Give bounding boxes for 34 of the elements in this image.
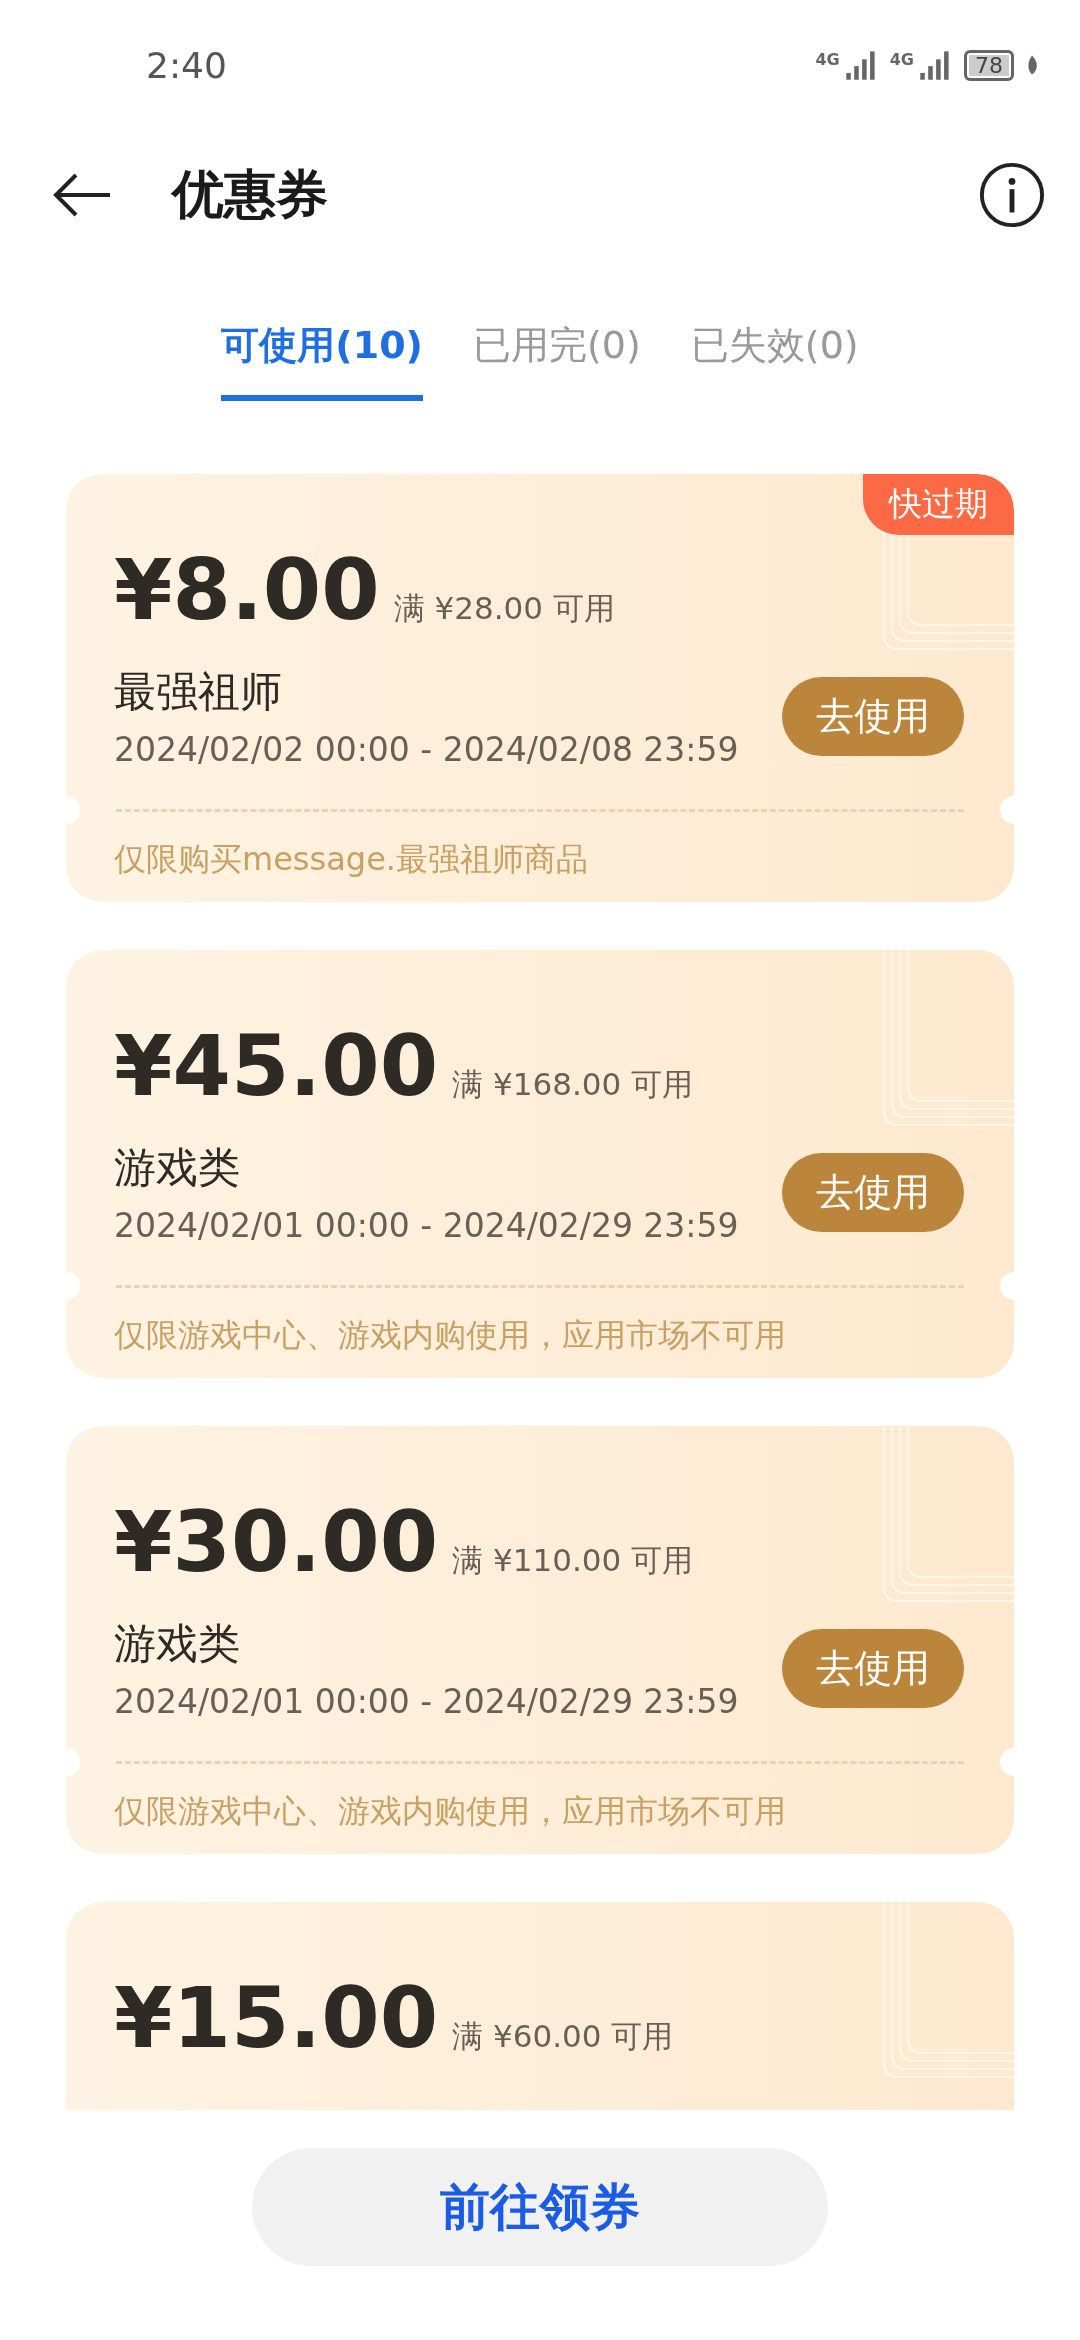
- coupon-restriction: 仅限游戏中心、游戏内购使用，应用市场不可用: [113, 1791, 787, 1832]
- coupon-condition: 满 ¥168.00 可用: [452, 1065, 694, 1104]
- coupon-condition: 满 ¥110.00 可用: [452, 1541, 694, 1580]
- page-title: 优惠券: [172, 163, 329, 226]
- tab[interactable]: 已失效(0): [690, 320, 859, 401]
- coupon-amount: ¥8.00: [114, 540, 380, 640]
- coupon-condition: 满 ¥28.00 可用: [393, 589, 615, 628]
- coupon-title: 游戏类: [114, 1142, 241, 1194]
- coupon-condition: 满 ¥60.00 可用: [452, 2017, 674, 2056]
- status-time: 2:40: [146, 44, 227, 86]
- get-coupons-button[interactable]: 前往领券: [252, 2148, 828, 2266]
- signal-icon: [918, 48, 952, 82]
- info-icon[interactable]: [978, 161, 1046, 229]
- coupon-amount: ¥15.00: [114, 1968, 439, 2068]
- validity-period: 2024/02/01 00:00 - 2024/02/29 23:59: [114, 1682, 739, 1721]
- tab[interactable]: 已用完(0): [473, 320, 641, 401]
- network-label: 4G: [889, 50, 914, 69]
- use-button[interactable]: 去使用: [782, 1629, 964, 1708]
- use-button[interactable]: 去使用: [782, 1153, 964, 1232]
- coupon-restriction: 仅限游戏中心、游戏内购使用，应用市场不可用: [113, 1315, 787, 1356]
- signal-icon: [843, 48, 878, 82]
- coupon-amount: ¥45.00: [114, 1016, 439, 1116]
- expiring-badge: 快过期: [863, 474, 1014, 535]
- network-label: 4G: [815, 50, 840, 69]
- battery-level: 78: [964, 49, 1014, 81]
- coupon-amount: ¥30.00: [114, 1492, 439, 1592]
- use-button[interactable]: 去使用: [782, 677, 964, 756]
- coupon-title: 最强祖师: [114, 666, 283, 718]
- validity-period: 2024/02/02 00:00 - 2024/02/08 23:59: [114, 730, 739, 769]
- back-arrow-icon[interactable]: [52, 173, 112, 217]
- tab[interactable]: 可使用(10): [221, 320, 423, 401]
- coupon-title: 游戏类: [114, 1618, 241, 1670]
- validity-period: 2024/02/01 00:00 - 2024/02/29 23:59: [114, 1206, 739, 1245]
- coupon-restriction: 仅限购买message.最强祖师商品: [113, 839, 589, 880]
